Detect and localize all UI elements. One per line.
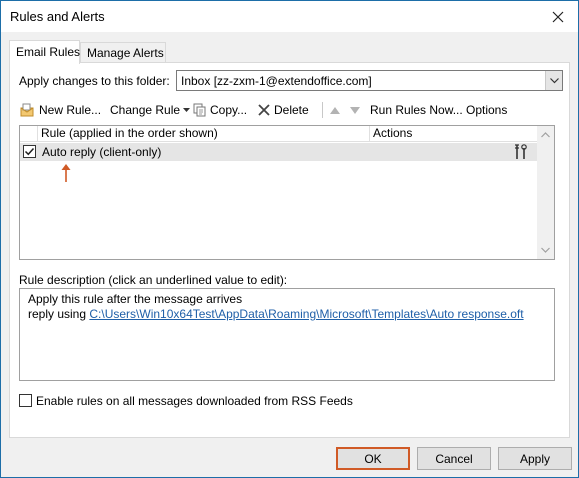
ok-label: OK <box>364 451 382 466</box>
arrow-down-icon <box>350 106 360 114</box>
toolbar-separator <box>322 102 323 118</box>
copy-rule-button[interactable]: Copy... <box>193 99 247 121</box>
arrow-up-icon <box>330 106 340 114</box>
rule-enabled-checkbox[interactable] <box>23 145 36 158</box>
description-line-2-prefix: reply using <box>28 307 90 321</box>
ok-button[interactable]: OK <box>336 447 410 470</box>
tab-email-rules-label: Email Rules <box>16 45 81 59</box>
delete-label: Delete <box>274 103 309 117</box>
column-header-actions[interactable]: Actions <box>370 126 538 142</box>
close-button[interactable] <box>538 1 578 32</box>
tab-email-rules[interactable]: Email Rules <box>9 40 80 64</box>
delete-icon <box>257 103 271 117</box>
column-header-checkbox <box>20 126 38 142</box>
cancel-label: Cancel <box>435 451 473 466</box>
rules-and-alerts-dialog: Rules and Alerts Email Rules Manage Aler… <box>0 0 579 478</box>
run-rules-now-label: Run Rules Now... <box>370 103 463 117</box>
description-line-1: Apply this rule after the message arrive… <box>28 292 243 306</box>
apply-button[interactable]: Apply <box>498 447 572 470</box>
tab-manage-alerts[interactable]: Manage Alerts <box>80 42 166 63</box>
rss-rules-checkbox[interactable] <box>19 394 32 407</box>
copy-icon <box>193 103 207 117</box>
rss-rules-label: Enable rules on all messages downloaded … <box>36 394 353 408</box>
folder-select[interactable]: Inbox [zz-zxm-1@extendoffice.com] <box>176 70 563 91</box>
scroll-down-icon <box>541 247 550 253</box>
description-line-2: reply using C:\Users\Win10x64Test\AppDat… <box>28 307 524 321</box>
delete-rule-button[interactable]: Delete <box>257 99 309 121</box>
options-button[interactable]: Options <box>466 99 507 121</box>
checkmark-icon <box>24 147 35 156</box>
cancel-button[interactable]: Cancel <box>417 447 491 470</box>
options-label: Options <box>466 103 508 117</box>
move-up-button[interactable] <box>330 99 340 121</box>
chevron-down-icon <box>549 77 559 83</box>
new-rule-button[interactable]: New Rule... <box>20 99 101 121</box>
rule-row[interactable]: Auto reply (client-only) <box>20 143 538 161</box>
folder-label: Apply changes to this folder: <box>19 74 170 88</box>
rule-description-box: Apply this rule after the message arrive… <box>19 288 555 381</box>
email-rules-panel: Apply changes to this folder: Inbox [zz-… <box>9 62 570 438</box>
scroll-up-icon <box>541 132 550 138</box>
rule-actions-icon <box>514 144 528 163</box>
template-path-link[interactable]: C:\Users\Win10x64Test\AppData\Roaming\Mi… <box>89 307 523 321</box>
apply-label: Apply <box>519 451 551 466</box>
title-bar: Rules and Alerts <box>1 1 578 32</box>
tab-manage-alerts-label: Manage Alerts <box>87 46 164 60</box>
folder-dropdown-button[interactable] <box>545 71 562 90</box>
move-down-button[interactable] <box>350 99 360 121</box>
new-rule-icon <box>20 103 36 117</box>
column-header-rule[interactable]: Rule (applied in the order shown) <box>38 126 370 142</box>
rules-list[interactable]: Rule (applied in the order shown) Action… <box>19 125 555 260</box>
rules-list-scrollbar[interactable] <box>537 126 554 259</box>
change-rule-button[interactable]: Change Rule <box>110 99 191 121</box>
copy-label: Copy... <box>210 103 248 117</box>
annotation-arrow-icon <box>61 164 71 182</box>
new-rule-label: New Rule... <box>39 103 102 117</box>
run-rules-now-button[interactable]: Run Rules Now... <box>370 99 463 121</box>
rules-toolbar: New Rule... Change Rule Copy... Delete R… <box>20 99 560 121</box>
caret-down-icon <box>183 108 191 112</box>
rule-name: Auto reply (client-only) <box>42 145 162 159</box>
rule-description-label: Rule description (click an underlined va… <box>19 273 288 287</box>
folder-value: Inbox [zz-zxm-1@extendoffice.com] <box>181 74 372 88</box>
window-title: Rules and Alerts <box>10 9 105 24</box>
close-icon <box>552 11 564 22</box>
change-rule-label: Change Rule <box>110 103 181 117</box>
